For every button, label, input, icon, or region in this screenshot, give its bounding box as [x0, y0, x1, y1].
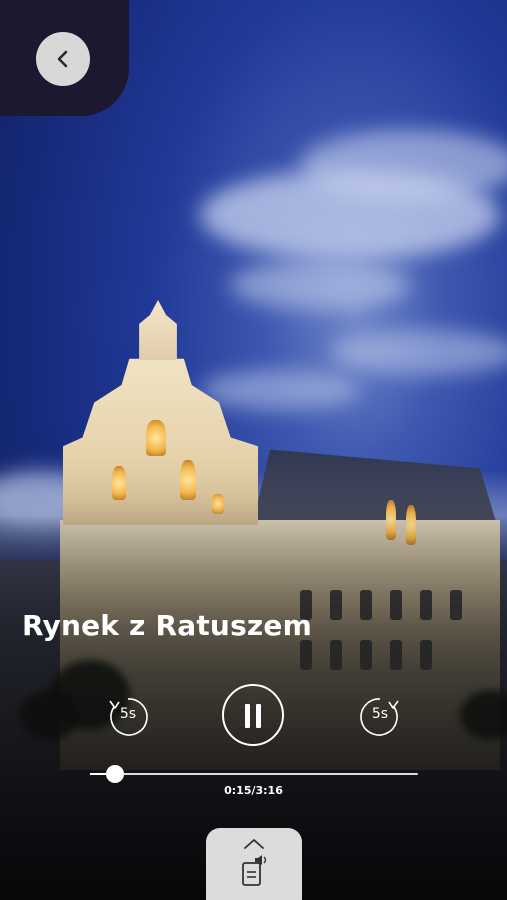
- back-button[interactable]: [36, 32, 90, 86]
- progress-thumb[interactable]: [106, 765, 125, 783]
- progress-track[interactable]: [90, 765, 418, 783]
- forward-label: 5s: [371, 706, 389, 722]
- chevron-left-icon: [57, 50, 68, 68]
- chevron-up-icon: [244, 839, 264, 849]
- rewind-label: 5s: [119, 706, 137, 722]
- back-panel: [0, 0, 129, 116]
- background-photo: [0, 0, 507, 900]
- bottom-sheet-tab[interactable]: [206, 828, 302, 900]
- rewind-5s-button[interactable]: 5s: [104, 693, 152, 741]
- audio-document-icon: [242, 855, 267, 886]
- time-display: 0:15/3:16: [224, 784, 283, 797]
- track-title: Rynek z Ratuszem: [22, 609, 312, 642]
- pause-button[interactable]: [222, 684, 284, 746]
- forward-5s-button[interactable]: 5s: [356, 693, 404, 741]
